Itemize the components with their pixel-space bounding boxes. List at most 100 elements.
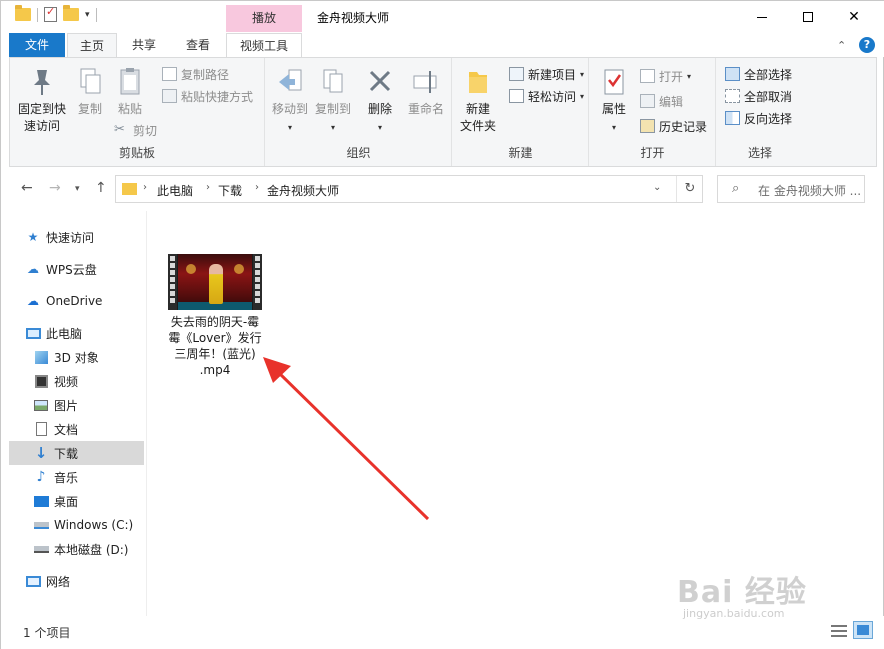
sidebar-item-music[interactable]: ♪ 音乐	[9, 465, 144, 489]
sidebar-item-wps-cloud[interactable]: ☁ WPS云盘	[9, 257, 144, 281]
open-button[interactable]: 打开 ▾	[640, 66, 691, 86]
sidebar-item-label: 此电脑	[46, 326, 83, 341]
close-button[interactable]: ✕	[831, 1, 877, 33]
breadcrumb-downloads[interactable]: 下载	[218, 182, 242, 199]
sidebar-item-onedrive[interactable]: ☁ OneDrive	[9, 289, 144, 313]
download-icon: ↓	[34, 444, 48, 462]
new-folder-qat-icon[interactable]	[63, 5, 79, 21]
help-icon[interactable]: ?	[859, 37, 875, 53]
address-history-chevron-icon[interactable]: ⌄	[653, 182, 661, 193]
sidebar-item-network[interactable]: 网络	[9, 569, 144, 593]
sidebar-item-desktop[interactable]: 桌面	[9, 489, 144, 513]
move-to-label: 移动到	[271, 102, 308, 116]
properties-button[interactable]: 属性 ▾	[594, 66, 634, 136]
delete-label: 删除	[367, 102, 392, 116]
move-to-chevron-icon: ▾	[287, 123, 292, 132]
back-arrow-icon[interactable]: ←	[21, 180, 33, 196]
copy-to-label: 复制到	[314, 102, 351, 116]
sidebar-item-3d-objects[interactable]: 3D 对象	[9, 345, 144, 369]
pin-label-line1: 固定到快	[17, 102, 66, 116]
context-tab-header-play: 播放	[226, 5, 302, 32]
invert-selection-label: 反向选择	[744, 111, 793, 126]
up-arrow-icon[interactable]: ↑	[95, 180, 107, 196]
copy-path-label: 复制路径	[181, 67, 230, 82]
sidebar-item-label: Windows (C:)	[54, 518, 134, 532]
watermark-main-text: Bai 经验	[677, 575, 807, 610]
breadcrumb-this-pc[interactable]: 此电脑	[157, 182, 193, 199]
sidebar-item-quick-access[interactable]: ★ 快速访问	[9, 225, 144, 249]
move-to-button[interactable]: 移动到 ▾	[270, 66, 310, 136]
file-list-pane[interactable]: 失去雨的阴天-霉 霉《Lover》发行 三周年！(蓝光) .mp4	[148, 211, 877, 616]
folder-icon	[122, 183, 137, 195]
explorer-window: ▾ 播放 金舟视频大师 ✕ 文件 主页 共享 查看 视频工具 ⌃ ? 固定到快 …	[0, 0, 884, 649]
new-item-label: 新建项目	[528, 67, 577, 82]
sidebar-item-pictures[interactable]: 图片	[9, 393, 144, 417]
select-none-label: 全部取消	[744, 89, 793, 104]
copy-to-button[interactable]: 复制到 ▾	[312, 66, 354, 136]
breadcrumb-separator-icon[interactable]: ›	[255, 182, 259, 193]
tab-video-tools[interactable]: 视频工具	[226, 33, 302, 57]
file-name-label[interactable]: 失去雨的阴天-霉 霉《Lover》发行 三周年！(蓝光) .mp4	[162, 314, 268, 378]
address-bar[interactable]: › 此电脑 › 下载 › 金舟视频大师 ⌄ ↻	[115, 175, 703, 203]
copy-button[interactable]: 复制	[72, 66, 108, 118]
sidebar-item-downloads[interactable]: ↓ 下载	[9, 441, 144, 465]
select-group-label: 选择	[747, 146, 772, 160]
close-icon: ✕	[848, 9, 860, 25]
ribbon-tabs: 文件 主页 共享 查看 视频工具 ⌃ ?	[1, 33, 884, 58]
paste-button[interactable]: 粘贴	[112, 66, 148, 118]
new-folder-button[interactable]: 新建 文件夹	[455, 66, 501, 135]
collapse-ribbon-chevron-icon[interactable]: ⌃	[837, 39, 846, 52]
tab-share[interactable]: 共享	[119, 33, 169, 57]
history-icon	[640, 119, 655, 133]
select-all-button[interactable]: 全部选择	[725, 64, 792, 84]
refresh-icon[interactable]: ↻	[676, 176, 703, 202]
cube-icon	[33, 349, 49, 365]
search-box[interactable]: ⌕ 在 金舟视频大师 ...	[717, 175, 865, 203]
forward-arrow-icon[interactable]: →	[49, 180, 61, 196]
star-icon: ★	[27, 230, 39, 244]
delete-button[interactable]: 删除 ▾	[362, 66, 398, 136]
invert-selection-icon	[725, 111, 740, 125]
move-to-icon	[279, 69, 302, 91]
breadcrumb-separator-icon[interactable]: ›	[206, 182, 210, 193]
paste-shortcut-button[interactable]: 粘贴快捷方式	[162, 86, 253, 106]
search-placeholder[interactable]: 在 金舟视频大师 ...	[758, 182, 861, 199]
document-icon	[33, 421, 49, 437]
minimize-button[interactable]	[739, 1, 785, 33]
large-icons-view-icon[interactable]	[853, 621, 873, 639]
sidebar-item-drive-c[interactable]: Windows (C:)	[9, 513, 144, 537]
pin-to-quick-access-button[interactable]: 固定到快 速访问	[12, 66, 72, 135]
tab-home[interactable]: 主页	[67, 33, 117, 58]
history-button[interactable]: 历史记录	[640, 116, 707, 136]
tab-file[interactable]: 文件	[9, 33, 65, 57]
cut-button[interactable]: ✂ 剪切	[114, 120, 157, 140]
sidebar-item-documents[interactable]: 文档	[9, 417, 144, 441]
rename-button[interactable]: 重命名	[404, 66, 448, 118]
sidebar-item-videos[interactable]: 视频	[9, 369, 144, 393]
copy-path-button[interactable]: 复制路径	[162, 64, 229, 84]
edit-button[interactable]: 编辑	[640, 91, 683, 111]
open-group: 属性 ▾ 打开 ▾ 编辑 历史记录 打开	[590, 58, 716, 166]
edit-label: 编辑	[659, 94, 684, 109]
toolbar-divider	[37, 7, 38, 22]
tab-view[interactable]: 查看	[173, 33, 223, 57]
navigation-pane: ★ 快速访问 ☁ WPS云盘 ☁ OneDrive 此电脑 3D 对象 视频 图…	[1, 211, 147, 616]
recent-locations-chevron-icon[interactable]: ▾	[75, 184, 80, 194]
breadcrumb-current-folder[interactable]: 金舟视频大师	[267, 182, 339, 199]
select-none-button[interactable]: 全部取消	[725, 86, 792, 106]
ribbon: 固定到快 速访问 复制 粘贴 复制路径 粘贴快捷方式 ✂ 剪切 剪贴板 移动到 …	[9, 57, 877, 167]
copy-path-icon	[162, 67, 177, 81]
pin-icon	[34, 70, 50, 95]
paste-shortcut-label: 粘贴快捷方式	[181, 89, 254, 104]
breadcrumb-separator-icon[interactable]: ›	[143, 182, 147, 193]
sidebar-item-this-pc[interactable]: 此电脑	[9, 321, 144, 345]
new-item-button[interactable]: 新建项目 ▾	[509, 64, 584, 84]
sidebar-item-drive-d[interactable]: 本地磁盘 (D:)	[9, 537, 144, 561]
new-group: 新建 文件夹 新建项目 ▾ 轻松访问 ▾ 新建	[453, 58, 589, 166]
invert-selection-button[interactable]: 反向选择	[725, 108, 792, 128]
file-item-video[interactable]: 失去雨的阴天-霉 霉《Lover》发行 三周年！(蓝光) .mp4	[162, 246, 268, 386]
easy-access-button[interactable]: 轻松访问 ▾	[509, 86, 584, 106]
maximize-button[interactable]	[785, 1, 831, 33]
properties-qat-icon[interactable]	[44, 5, 57, 22]
customize-qat-chevron-icon[interactable]: ▾	[85, 10, 90, 20]
